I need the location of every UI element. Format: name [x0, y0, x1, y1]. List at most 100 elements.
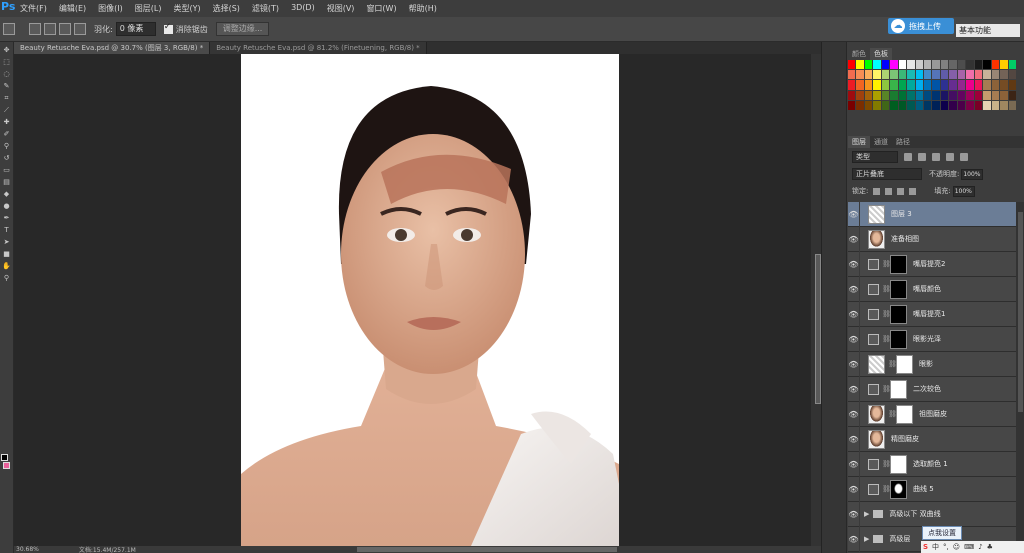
swatch-17[interactable] — [991, 60, 1000, 70]
swatch-13[interactable] — [957, 60, 966, 70]
layer-row[interactable]: 👁 ⛓ 眼影 — [848, 351, 1016, 377]
swatch-77[interactable] — [991, 90, 1000, 100]
layer-row[interactable]: 👁 ▶ 高级以下 双曲线 — [848, 501, 1016, 527]
swatch-14[interactable] — [966, 60, 974, 70]
intersect-selection-icon[interactable] — [74, 23, 86, 35]
layer-row[interactable]: 👁 ⛓ 嘴唇提亮1 — [848, 301, 1016, 327]
swatch-5[interactable] — [890, 60, 898, 70]
opacity-input[interactable]: 100% — [961, 168, 984, 180]
swatch-35[interactable] — [974, 70, 983, 80]
swatch-28[interactable] — [915, 70, 924, 80]
visibility-eye-icon[interactable]: 👁 — [848, 451, 860, 477]
layer-row[interactable]: 👁 图层 3 — [848, 202, 1016, 227]
subtract-selection-icon[interactable] — [59, 23, 71, 35]
swatch-41[interactable] — [856, 80, 864, 90]
swatch-39[interactable] — [1008, 70, 1016, 80]
swatch-58[interactable] — [1000, 80, 1008, 90]
quick-select-tool-icon[interactable]: ✎ — [2, 82, 12, 90]
swatch-0[interactable] — [848, 60, 856, 70]
swatch-73[interactable] — [957, 90, 966, 100]
zoom-tool-icon[interactable]: ⚲ — [2, 274, 12, 282]
layer-mask-thumbnail[interactable] — [890, 254, 907, 274]
smart-object-filter-icon[interactable] — [960, 153, 968, 161]
canvas-area[interactable] — [14, 54, 811, 546]
swatch-68[interactable] — [915, 90, 924, 100]
swatch-43[interactable] — [873, 80, 881, 90]
tab-document-2[interactable]: Beauty Retusche Eva.psd @ 81.2% (Finetue… — [210, 42, 427, 54]
lock-all-icon[interactable] — [909, 187, 917, 195]
swatch-22[interactable] — [864, 70, 873, 80]
mask-link-icon[interactable]: ⛓ — [882, 460, 891, 469]
swatch-71[interactable] — [940, 90, 949, 100]
zoom-level[interactable]: 30.68% — [16, 546, 39, 553]
swatch-75[interactable] — [974, 90, 983, 100]
swatch-91[interactable] — [940, 100, 949, 110]
crop-tool-icon[interactable]: ⌗ — [2, 94, 12, 102]
tab-layers[interactable]: 图层 — [848, 136, 870, 148]
layer-row[interactable]: 👁 ⛓ 嘴唇颜色 — [848, 276, 1016, 302]
type-tool-icon[interactable]: T — [2, 226, 12, 234]
menu-item-3[interactable]: 图层(L) — [129, 3, 168, 14]
swatch-52[interactable] — [949, 80, 957, 90]
menu-item-10[interactable]: 帮助(H) — [403, 3, 443, 14]
layer-thumbnail[interactable] — [868, 229, 885, 249]
swatch-8[interactable] — [915, 60, 924, 70]
layer-mask-thumbnail[interactable] — [890, 454, 907, 474]
swatch-23[interactable] — [873, 70, 881, 80]
tab-swatches[interactable]: 色板 — [870, 48, 892, 60]
mask-link-icon[interactable]: ⛓ — [888, 410, 897, 419]
swatch-82[interactable] — [864, 100, 873, 110]
swatch-57[interactable] — [991, 80, 1000, 90]
visibility-eye-icon[interactable]: 👁 — [848, 376, 860, 402]
swatch-93[interactable] — [957, 100, 966, 110]
mask-link-icon[interactable]: ⛓ — [882, 385, 891, 394]
mask-link-icon[interactable]: ⛓ — [888, 360, 897, 369]
shape-filter-icon[interactable] — [946, 153, 954, 161]
swatch-24[interactable] — [881, 70, 890, 80]
ime-logo-icon[interactable]: S — [921, 543, 930, 551]
swatch-55[interactable] — [974, 80, 983, 90]
visibility-eye-icon[interactable]: 👁 — [848, 426, 860, 452]
layer-row[interactable]: 👁 ⛓ 二次较色 — [848, 376, 1016, 402]
swatch-81[interactable] — [856, 100, 864, 110]
ime-item-5[interactable]: ♣ — [985, 543, 995, 551]
layer-mask-thumbnail[interactable] — [890, 479, 907, 499]
swatch-94[interactable] — [966, 100, 974, 110]
swatch-48[interactable] — [915, 80, 924, 90]
swatch-30[interactable] — [932, 70, 940, 80]
menu-item-4[interactable]: 类型(Y) — [167, 3, 206, 14]
swatch-21[interactable] — [856, 70, 864, 80]
hand-tool-icon[interactable]: ✋ — [2, 262, 12, 270]
history-brush-tool-icon[interactable]: ↺ — [2, 154, 12, 162]
layer-kind-select[interactable]: 类型 — [852, 151, 898, 163]
tab-color[interactable]: 颜色 — [848, 48, 870, 60]
visibility-eye-icon[interactable]: 👁 — [848, 301, 860, 327]
swatch-27[interactable] — [907, 70, 915, 80]
tab-paths[interactable]: 路径 — [892, 136, 914, 148]
foreground-color-swatch[interactable] — [1, 454, 8, 461]
swatch-54[interactable] — [966, 80, 974, 90]
swatch-64[interactable] — [881, 90, 890, 100]
menu-item-6[interactable]: 滤镜(T) — [246, 3, 285, 14]
layer-row[interactable]: 👁 ⛓ 眼影光泽 — [848, 326, 1016, 352]
swatch-85[interactable] — [890, 100, 898, 110]
feather-input[interactable]: 0 像素 — [115, 22, 156, 36]
visibility-eye-icon[interactable]: 👁 — [848, 276, 860, 302]
eraser-tool-icon[interactable]: ▭ — [2, 166, 12, 174]
layer-row[interactable]: 👁 ⛓ 祖图磨皮 — [848, 401, 1016, 427]
swatch-37[interactable] — [991, 70, 1000, 80]
layer-thumbnail[interactable] — [868, 204, 885, 224]
layer-row[interactable]: 👁 准备相图 — [848, 226, 1016, 252]
layer-mask-thumbnail[interactable] — [890, 279, 907, 299]
swatch-53[interactable] — [957, 80, 966, 90]
layer-mask-thumbnail[interactable] — [896, 354, 913, 374]
visibility-eye-icon[interactable]: 👁 — [848, 476, 860, 502]
swatch-70[interactable] — [932, 90, 940, 100]
menu-item-2[interactable]: 图像(I) — [92, 3, 129, 14]
visibility-eye-icon[interactable]: 👁 — [848, 251, 860, 277]
eyedropper-tool-icon[interactable]: ⟋ — [2, 106, 12, 114]
menu-item-0[interactable]: 文件(F) — [14, 3, 53, 14]
layer-row[interactable]: 👁 ⛓ 选取颜色 1 — [848, 451, 1016, 477]
swatch-26[interactable] — [898, 70, 907, 80]
swatch-10[interactable] — [932, 60, 940, 70]
